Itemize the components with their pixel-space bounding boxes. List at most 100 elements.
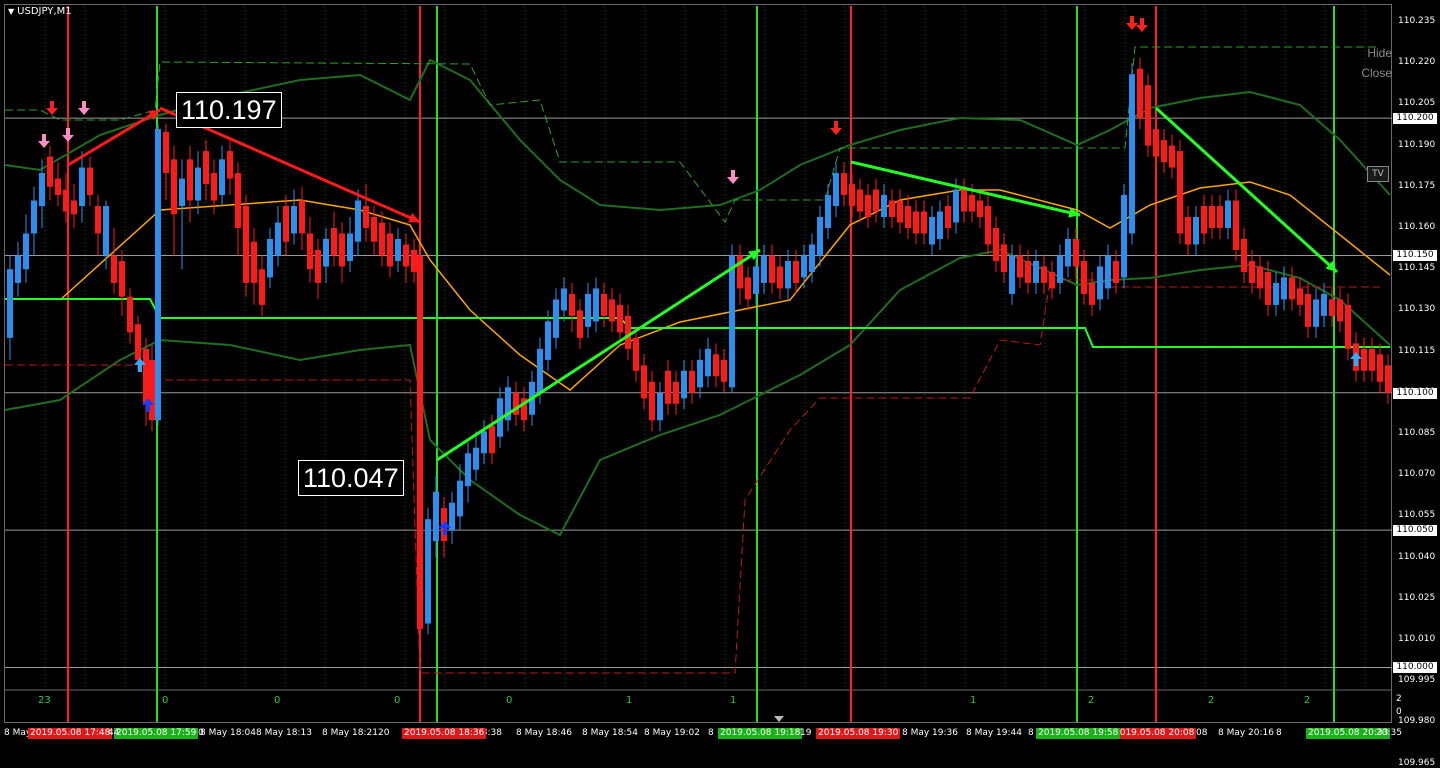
candle-body <box>23 233 29 270</box>
close-button[interactable]: Close <box>1361 66 1392 80</box>
candle-body <box>1001 244 1007 272</box>
candle-body <box>1201 206 1207 234</box>
candle-body <box>633 337 639 371</box>
candle-body <box>977 200 983 218</box>
candle-body <box>449 502 455 531</box>
symbol-title[interactable]: ▼ USDJPY,M1 <box>8 6 72 17</box>
candle-body <box>347 233 353 261</box>
green-time-marker: 2019.05.08 17:59 <box>114 728 199 739</box>
candle-body <box>649 381 655 421</box>
candle-body <box>195 167 201 201</box>
candle-body <box>143 348 149 404</box>
candle-body <box>1009 255 1015 294</box>
signal-counter: 0 <box>506 695 513 706</box>
candle-body <box>465 453 471 487</box>
price-level-box: 110.100 <box>1393 387 1437 399</box>
price-tick-label: 110.055 <box>1398 510 1436 521</box>
candle-body <box>331 228 337 256</box>
candle-body <box>1049 271 1055 289</box>
candle-body <box>665 370 671 404</box>
chart-window[interactable]: ▼ USDJPY,M1 Hide Close TV 110.197 110.047… <box>0 0 1440 768</box>
candle-body <box>1225 200 1231 228</box>
candle-body <box>1313 299 1319 327</box>
candle-body <box>489 425 495 454</box>
sub-scale-bottom: 0 <box>1396 707 1402 717</box>
candle-body <box>561 288 567 311</box>
signal-counter: 2 <box>1208 695 1215 706</box>
candle-body <box>339 233 345 267</box>
time-fragment-label: 08 <box>1196 728 1208 738</box>
candle-body <box>1177 151 1183 234</box>
sell-signal-icon <box>830 121 842 135</box>
candle-body <box>1137 68 1143 119</box>
sub-scale-top: 2 <box>1396 694 1402 704</box>
candle-body <box>1097 266 1103 300</box>
candle-body <box>171 159 177 215</box>
candle-body <box>63 189 69 212</box>
time-tick-label: 8 May 18:21 <box>322 728 378 738</box>
signal-counter: 1 <box>730 695 737 706</box>
sell-signal-icon <box>46 101 58 115</box>
price-tick-label: 109.995 <box>1398 675 1436 686</box>
candle-body <box>729 255 735 388</box>
candle-body <box>985 206 991 245</box>
hide-button[interactable]: Hide <box>1367 46 1392 60</box>
time-tick-label: 8 May 18:04 <box>200 728 256 738</box>
candle-body <box>127 296 133 333</box>
candle-body <box>625 315 631 349</box>
candle-body <box>379 222 385 256</box>
candle-body <box>1185 217 1191 245</box>
signal-counter: 2 <box>1304 695 1311 706</box>
candle-body <box>1025 260 1031 283</box>
candle-body <box>315 249 321 283</box>
candle-body <box>1169 145 1175 168</box>
signal-counter: 1 <box>970 695 977 706</box>
price-tick-label: 109.965 <box>1398 757 1436 768</box>
signal-counter: 0 <box>394 695 401 706</box>
candle-body <box>1129 74 1135 234</box>
candle-body <box>897 200 903 223</box>
candle-body <box>889 200 895 218</box>
candle-body <box>1273 282 1279 305</box>
candle-body <box>609 299 615 322</box>
candle-body <box>1289 277 1295 300</box>
red-time-marker: 2019.05.08 20:08 <box>1112 728 1197 739</box>
signal-counter: 2 <box>1088 695 1095 706</box>
candle-body <box>1033 260 1039 283</box>
candle-body <box>307 233 313 270</box>
candle-body <box>227 151 233 179</box>
candle-body <box>1329 299 1335 316</box>
price-tick-label: 110.235 <box>1398 16 1436 26</box>
tv-button[interactable]: TV <box>1367 166 1389 182</box>
sell-signal-icon <box>727 170 739 184</box>
candle-body <box>1041 266 1047 283</box>
candle-body <box>801 255 807 278</box>
candle-body <box>79 167 85 207</box>
candle-body <box>553 299 559 338</box>
time-tick-label: 8 <box>1028 728 1034 738</box>
candle-body <box>849 184 855 207</box>
candle-body <box>601 293 607 316</box>
price-tick-label: 110.040 <box>1398 551 1436 562</box>
candle-body <box>71 200 77 215</box>
candle-body <box>721 359 727 382</box>
candle-body <box>657 392 663 421</box>
candle-body <box>745 277 751 300</box>
candle-body <box>395 238 401 261</box>
buy-signal-icon <box>1350 352 1362 366</box>
candle-body <box>299 200 305 234</box>
candle-body <box>403 244 409 267</box>
signal-counter: 23 <box>38 695 51 706</box>
candle-body <box>673 381 679 404</box>
candle-body <box>1233 200 1239 250</box>
candle-body <box>457 480 463 517</box>
candle-body <box>1105 255 1111 289</box>
dropdown-arrow-icon[interactable]: ▼ <box>8 7 14 16</box>
candle-body <box>1377 354 1383 382</box>
sell-signal-icon <box>1136 18 1148 32</box>
signal-counter: 0 <box>162 695 169 706</box>
candle-body <box>825 195 831 228</box>
candle-body <box>841 173 847 196</box>
candle-body <box>905 206 911 228</box>
candle-body <box>135 324 141 360</box>
